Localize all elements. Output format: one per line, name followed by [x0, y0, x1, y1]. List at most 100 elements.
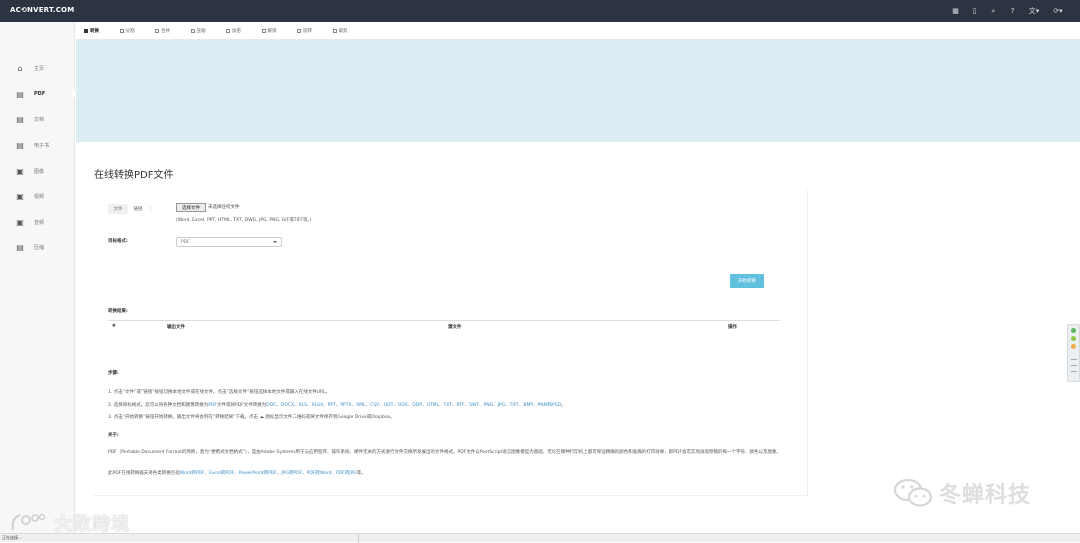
page-title: 在线转换PDF文件: [94, 170, 174, 181]
tab-label: 加密: [232, 28, 241, 34]
pdf-icon: ▤: [16, 89, 24, 99]
tab-rotate[interactable]: 旋转: [297, 28, 333, 34]
sidebar-item-ebook[interactable]: ▤ 电子书: [0, 135, 75, 155]
sidebar-item-label: 音频: [34, 219, 45, 226]
archive-icon: ▤: [16, 242, 24, 252]
sidebar-item-audio[interactable]: ▣ 音频: [0, 212, 75, 232]
source-tab-link[interactable]: 链接: [128, 204, 148, 214]
tab-split[interactable]: 分割: [119, 28, 156, 34]
watermark-text: 冬蝉科技: [939, 483, 1032, 508]
steps-title: 步骤:: [108, 371, 119, 376]
choose-file-button[interactable]: 选择文件: [176, 203, 206, 212]
target-format-label: 目标格式:: [108, 239, 128, 244]
image-icon: ▣: [16, 166, 24, 176]
supported-conversions-suffix: 等。: [356, 471, 366, 476]
target-format-value: PDF: [181, 239, 190, 245]
tab-label: 旋转: [303, 28, 312, 34]
wechat-icon: [893, 478, 933, 507]
video-icon: ▣: [16, 191, 24, 201]
sidebar: ⌂ 主页 ▤ PDF ▤ 文档 ▤ 电子书 ▣ 图像 ▣ 视频 ▣ 音频 ▤ 压…: [0, 22, 75, 542]
browser-status-bar: 正在连接...: [0, 533, 1080, 543]
tab-checkbox: [261, 28, 266, 33]
supported-conversions: 此PDF在线转换器支持各类转换包括Word转PDF、Excel转PDF、Powe…: [108, 470, 366, 476]
sidebar-item-archive[interactable]: ▤ 压缩: [0, 237, 75, 257]
home-icon: ⌂: [17, 63, 23, 73]
column-header-actions: 操作: [728, 325, 737, 330]
status-dot-icon: [1071, 328, 1076, 333]
step-1: 1. 点击“文件”或“链接”按钮切换本地文件或在线文件。点击“选择文件”按钮选择…: [108, 390, 331, 395]
wechat-watermark: 冬蝉科技: [893, 477, 1031, 509]
step-2: 2. 选择目标格式。您可以将各种文档和图像转换为PDF文件或将PDF文件转换为D…: [108, 402, 798, 408]
sidebar-item-image[interactable]: ▣ 图像: [0, 161, 75, 181]
sidebar-item-document[interactable]: ▤ 文档: [0, 109, 75, 129]
language-icon[interactable]: 文▾: [1022, 0, 1046, 22]
tab-convert[interactable]: 转换: [84, 28, 120, 34]
menu-line-icon: [1071, 365, 1077, 366]
tab-label: 合并: [161, 28, 170, 34]
tab-checkbox: [332, 28, 337, 33]
tab-checkbox: [190, 28, 195, 33]
sidebar-item-video[interactable]: ▣ 视频: [0, 186, 75, 206]
column-header-index: #: [112, 324, 116, 329]
sidebar-item-pdf[interactable]: ▤ PDF: [0, 84, 75, 104]
pdf-link[interactable]: PDF: [208, 403, 217, 408]
status-dot-icon: [1071, 336, 1076, 341]
tab-label: 分割: [125, 28, 135, 34]
source-tabs-colon: :: [150, 206, 152, 212]
tab-checkbox: [226, 28, 230, 33]
conversion-links[interactable]: Word转PDF、Excel转PDF、PowerPoint转PDF、JPG转PD…: [180, 471, 357, 476]
sidebar-item-label: 视频: [34, 193, 45, 200]
menu-line-icon: [1071, 371, 1077, 372]
no-file-label: 未选择任何文件: [208, 205, 240, 210]
supported-conversions-prefix: 此PDF在线转换器支持各类转换包括: [108, 471, 180, 476]
about-title: 关于:: [108, 433, 119, 438]
status-text: 正在连接...: [2, 535, 22, 540]
sidebar-item-label: 图像: [34, 168, 45, 175]
converter-panel: 文件 链接 : 选择文件 未选择任何文件 (Word, Excel, PPT, …: [94, 190, 808, 496]
output-formats-links[interactable]: DOC、DOCX、XLS、XLSX、PPT、PPTX、XML、CSV、ODT、O…: [266, 403, 561, 408]
tab-label: 转换: [90, 28, 99, 34]
tool-tabs: 转换 分割 合并 压缩 加密 解锁 旋转 裁剪: [76, 22, 1080, 40]
active-indicator: [71, 90, 75, 98]
search-icon[interactable]: ⌕: [984, 0, 1003, 22]
column-header-output: 输出文件: [167, 325, 185, 330]
tab-merge[interactable]: 合并: [155, 28, 191, 34]
tab-compress[interactable]: 压缩: [190, 28, 227, 34]
sidebar-item-label: 压缩: [34, 244, 45, 251]
sidebar-item-label: 文档: [34, 116, 45, 123]
refresh-icon[interactable]: ⟳▾: [1046, 0, 1070, 22]
step-3: 3. 点击“开始转换”按钮开始转换。输出文件将会列在“转换结果”下载。点击 ☁ …: [108, 415, 395, 420]
results-table: # 输出文件 源文件 操作: [108, 320, 780, 330]
target-format-select[interactable]: PDF: [176, 237, 282, 247]
floating-side-widget[interactable]: [1067, 324, 1080, 382]
source-tab-file[interactable]: 文件: [108, 204, 128, 214]
help-icon[interactable]: ?: [1003, 0, 1022, 22]
tab-unlock[interactable]: 解锁: [261, 28, 298, 34]
sidebar-item-home[interactable]: ⌂ 主页: [0, 58, 75, 78]
chevron-down-icon: [273, 241, 277, 243]
menu-line-icon: [1071, 359, 1077, 360]
tab-label: 压缩: [196, 28, 206, 34]
sidebar-item-label: 主页: [34, 65, 45, 72]
sidebar-item-label: 电子书: [34, 142, 50, 149]
tab-encrypt[interactable]: 加密: [226, 28, 262, 34]
step-2-mid: 文件或将PDF文件转换为: [217, 403, 267, 408]
brand-logo-icon: [11, 513, 46, 531]
status-dot-icon: [1071, 344, 1076, 349]
tab-label: 解锁: [267, 28, 277, 34]
tab-checkbox: [119, 28, 124, 33]
column-header-source: 源文件: [448, 325, 462, 330]
tab-checkbox: [155, 28, 159, 33]
site-logo[interactable]: AC⟲NVERT.COM: [10, 6, 74, 14]
top-navbar: AC⟲NVERT.COM ▦ ▯ ⌕ ? 文▾ ⟳▾: [0, 0, 1080, 22]
about-text: PDF（Portable Document Format的简称，意为“便携式文档…: [108, 450, 782, 455]
sidebar-item-label: PDF: [34, 91, 46, 97]
tab-checkbox: [84, 28, 88, 33]
start-convert-button[interactable]: 开始转换: [730, 274, 764, 288]
document-icon: ▤: [16, 114, 24, 124]
step-2-suffix: 。: [561, 403, 566, 408]
tab-crop[interactable]: 裁剪: [332, 28, 369, 34]
grid-icon[interactable]: ▦: [946, 0, 965, 22]
ad-banner: [76, 40, 1080, 142]
bookmark-icon[interactable]: ▯: [965, 0, 984, 22]
